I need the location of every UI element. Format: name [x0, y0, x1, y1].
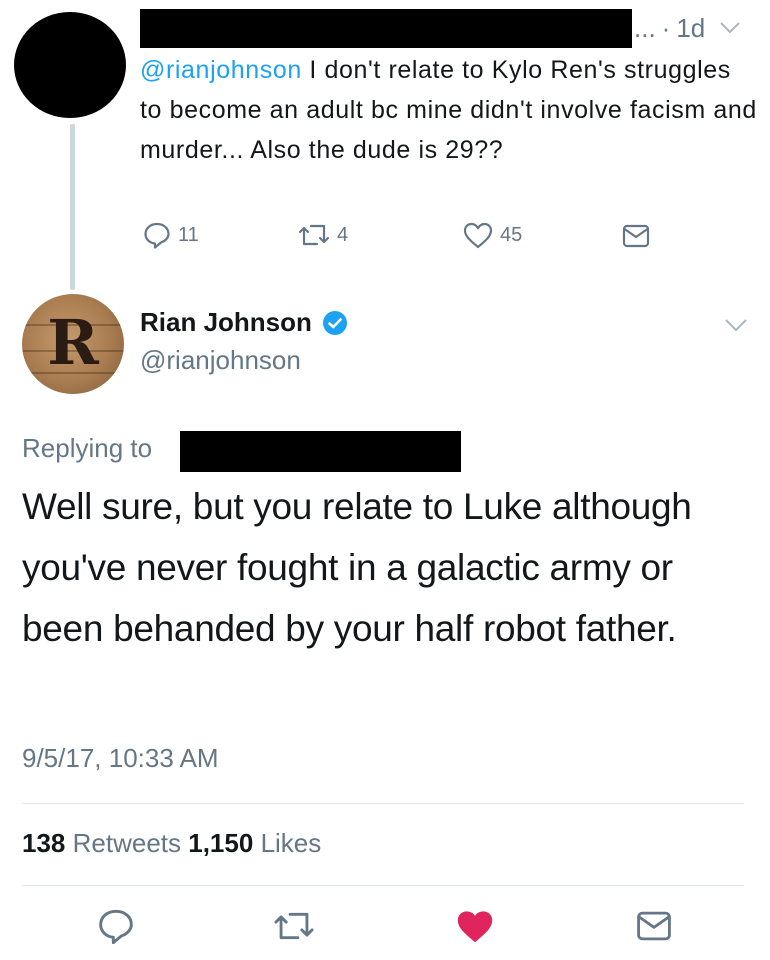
engagement-stats: 138 Retweets 1,150 Likes [22, 828, 321, 859]
retweet-icon [272, 906, 316, 946]
tweet-text: Well sure, but you relate to Luke althou… [22, 486, 692, 649]
likes-total: 1,150 [188, 828, 254, 858]
reply-count: 11 [178, 223, 199, 246]
divider [22, 803, 744, 804]
retweets-total: 138 [22, 828, 66, 858]
avatar[interactable]: R [22, 294, 124, 394]
likes-label: Likes [260, 828, 322, 858]
like-count: 45 [500, 223, 523, 246]
redacted-replied-handle[interactable] [180, 431, 461, 472]
retweet-button[interactable]: 4 [297, 220, 348, 250]
reply-icon [96, 906, 136, 946]
replying-to-label: Replying to [22, 433, 153, 463]
like-button[interactable]: 45 [462, 220, 522, 250]
time-separator: · [661, 13, 671, 43]
reply-button[interactable] [96, 906, 136, 946]
chevron-down-icon[interactable] [724, 317, 748, 333]
retweet-icon [297, 220, 331, 250]
chevron-down-icon[interactable] [719, 21, 741, 35]
parent-tweet-text: @rianjohnson I don't relate to Kylo Ren'… [140, 50, 760, 170]
tweet-meta: ... · 1d [634, 12, 741, 44]
retweet-button[interactable] [272, 906, 316, 946]
redacted-avatar[interactable] [14, 12, 126, 118]
time-ago[interactable]: 1d [676, 12, 705, 44]
retweets-label: Retweets [72, 828, 182, 858]
author-name-row[interactable]: Rian Johnson [140, 307, 348, 338]
retweet-count: 4 [337, 223, 349, 246]
verified-badge-icon [322, 310, 348, 336]
thread-connector-line [70, 124, 75, 290]
direct-message-button[interactable] [636, 909, 672, 943]
direct-message-icon [636, 909, 672, 943]
meta-ellipsis: ... [634, 13, 656, 43]
divider [22, 885, 744, 886]
likes-stat[interactable]: 1,150 Likes [188, 828, 321, 858]
like-button[interactable] [455, 906, 495, 946]
tweet-timestamp[interactable]: 9/5/17, 10:33 AM [22, 743, 219, 774]
reply-button[interactable]: 11 [142, 220, 199, 250]
mention-link[interactable]: @rianjohnson [140, 56, 302, 84]
reply-icon [142, 220, 172, 250]
heart-icon [455, 906, 495, 946]
direct-message-button[interactable] [622, 223, 650, 249]
retweets-stat[interactable]: 138 Retweets [22, 828, 181, 858]
heart-icon [462, 220, 494, 250]
redacted-author-name[interactable] [140, 9, 632, 48]
author-handle[interactable]: @rianjohnson [140, 345, 301, 376]
direct-message-icon [622, 223, 650, 249]
author-name: Rian Johnson [140, 307, 312, 337]
avatar-letter: R [47, 306, 99, 379]
